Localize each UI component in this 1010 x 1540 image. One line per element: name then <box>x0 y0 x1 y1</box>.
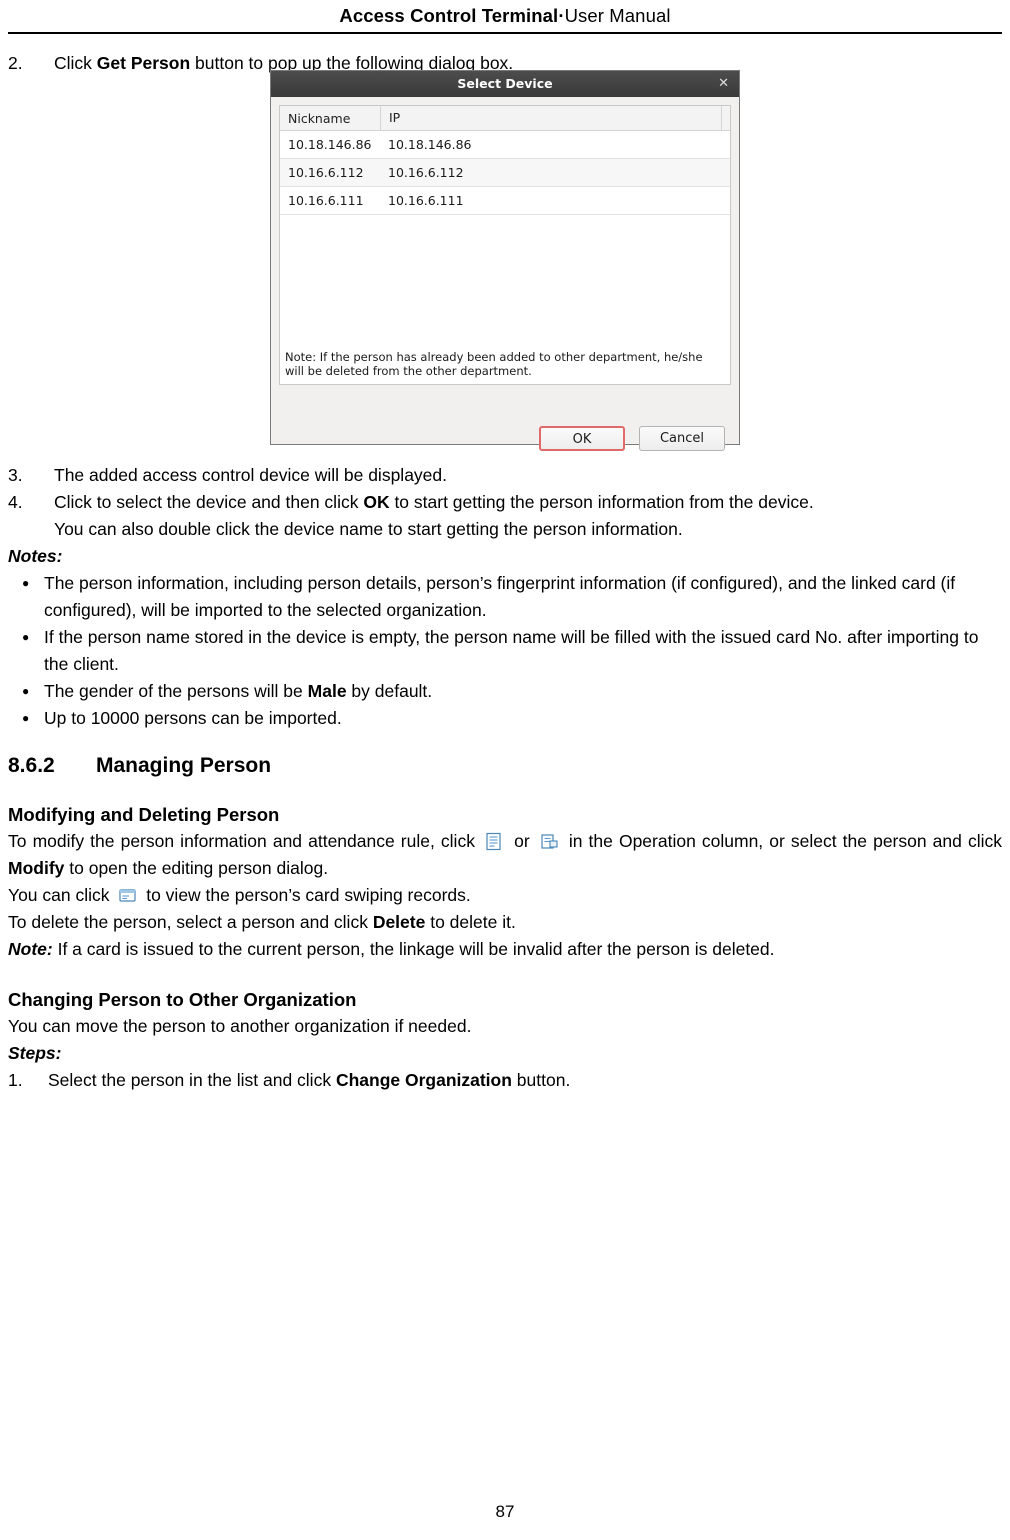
step-3-text: The added access control device will be … <box>54 465 447 485</box>
changing-paragraph-1: You can move the person to another organ… <box>8 1016 472 1036</box>
notes-list: The person information, including person… <box>8 570 1002 732</box>
step-4-text-c: You can also double click the device nam… <box>54 519 683 539</box>
changing-step-1-text-a: Select the person in the list and click <box>48 1070 336 1090</box>
document-page: Access Control Terminal·User Manual 2. C… <box>0 0 1010 1540</box>
device-table: Nickname IP 10.18.146.86 10.18.146.86 10… <box>279 105 731 385</box>
cell-nickname: 10.16.6.111 <box>288 193 364 208</box>
cancel-button[interactable]: Cancel <box>639 426 725 451</box>
swipe-card-icon <box>117 886 138 905</box>
column-header-spacer <box>721 106 730 130</box>
note-item-2-text: If the person name stored in the device … <box>44 627 979 674</box>
cell-nickname: 10.16.6.112 <box>288 165 364 180</box>
note-item-4: Up to 10000 persons can be imported. <box>8 705 1002 732</box>
modify-p1-or: or <box>508 831 536 851</box>
dialog-body: Nickname IP 10.18.146.86 10.18.146.86 10… <box>271 97 739 417</box>
card-records-icon <box>539 832 560 851</box>
modify-note-label: Note: <box>8 939 53 959</box>
table-row[interactable]: 10.18.146.86 10.18.146.86 <box>280 131 730 159</box>
edit-person-icon <box>484 832 505 851</box>
note-item-2: If the person name stored in the device … <box>8 624 1002 678</box>
select-device-dialog-screenshot: Select Device ✕ Nickname IP 10.18.146.86… <box>270 70 740 451</box>
modify-p3-bold: Delete <box>372 912 426 932</box>
note-item-3: The gender of the persons will be Male b… <box>8 678 1002 705</box>
modify-p2-text-b: to view the person’s card swiping record… <box>141 885 471 905</box>
subheading-modifying: Modifying and Deleting Person <box>8 804 280 825</box>
modify-p3-text-b: to delete it. <box>425 912 516 932</box>
cell-ip: 10.18.146.86 <box>388 137 472 152</box>
modify-note-text: If a card is issued to the current perso… <box>52 939 775 959</box>
changing-step-1-text-b: button. <box>511 1070 571 1090</box>
section-heading: 8.6.2 Managing Person <box>8 754 1002 778</box>
step-3: 3. The added access control device will … <box>8 462 1002 489</box>
changing-step-1-bold: Change Organization <box>335 1070 512 1090</box>
step-4: 4. Click to select the device and then c… <box>8 489 1002 516</box>
header-title-normal: User Manual <box>564 5 671 26</box>
header-title-bold: Access Control Terminal <box>339 5 559 26</box>
modify-p2-text-a: You can click <box>8 885 115 905</box>
changing-steps-label: Steps: <box>8 1043 62 1063</box>
modify-p1-text-b: in the Operation column, or select the p… <box>562 831 1002 851</box>
table-row[interactable]: 10.16.6.112 10.16.6.112 <box>280 159 730 187</box>
dialog-titlebar: Select Device ✕ <box>271 71 739 97</box>
column-header-nickname: Nickname <box>288 110 351 126</box>
header-divider <box>8 32 1002 34</box>
dialog-title: Select Device <box>457 76 553 91</box>
modify-p1-bold: Modify <box>8 858 65 878</box>
step-4-extra: You can also double click the device nam… <box>8 516 1002 543</box>
page-number: 87 <box>495 1502 515 1521</box>
step-2-text-a: Click <box>54 53 97 73</box>
modify-p3-text-a: To delete the person, select a person an… <box>8 912 373 932</box>
note-item-1: The person information, including person… <box>8 570 1002 624</box>
cell-ip: 10.16.6.111 <box>388 193 464 208</box>
cell-ip: 10.16.6.112 <box>388 165 464 180</box>
note-item-1-text: The person information, including person… <box>44 573 956 620</box>
step-4-text-b: to start getting the person information … <box>389 492 814 512</box>
note-item-3-bold: Male <box>307 681 347 701</box>
subheading-changing: Changing Person to Other Organization <box>8 989 357 1010</box>
step-2-number: 2. <box>8 53 23 73</box>
note-item-3-text-a: The gender of the persons will be <box>44 681 308 701</box>
table-row[interactable]: 10.16.6.111 10.16.6.111 <box>280 187 730 215</box>
modify-p1-text-a: To modify the person information and att… <box>8 831 482 851</box>
changing-step-1-number: 1. <box>8 1070 23 1090</box>
ok-button[interactable]: OK <box>539 426 625 451</box>
notes-label: Notes: <box>8 546 63 566</box>
step-3-number: 3. <box>8 465 23 485</box>
page-header: Access Control Terminal·User Manual <box>0 0 1010 27</box>
cell-nickname: 10.18.146.86 <box>288 137 372 152</box>
modify-paragraph-1: To modify the person information and att… <box>8 828 1002 882</box>
section-number: 8.6.2 <box>8 754 55 777</box>
step-4-number: 4. <box>8 492 23 512</box>
step-2-bold: Get Person <box>96 53 191 73</box>
note-item-3-text-b: by default. <box>346 681 433 701</box>
modify-p1-text-c: to open the editing person dialog. <box>64 858 329 878</box>
changing-step-1: 1. Select the person in the list and cli… <box>8 1067 1002 1094</box>
section-title: Managing Person <box>96 754 272 777</box>
table-header-row: Nickname IP <box>280 106 730 131</box>
step-4-bold: OK <box>363 492 390 512</box>
note-item-4-text: Up to 10000 persons can be imported. <box>44 708 342 728</box>
close-icon[interactable]: ✕ <box>718 71 729 97</box>
dialog-footer: OK Cancel <box>271 417 739 463</box>
modify-paragraph-2: You can click to view the person’s card … <box>8 882 1002 909</box>
column-header-ip: IP <box>380 106 721 130</box>
step-4-text-a: Click to select the device and then clic… <box>54 492 364 512</box>
dialog-note: Note: If the person has already been add… <box>285 350 703 378</box>
modify-paragraph-3: To delete the person, select a person an… <box>8 909 1002 936</box>
modify-note: Note: If a card is issued to the current… <box>8 936 1002 963</box>
